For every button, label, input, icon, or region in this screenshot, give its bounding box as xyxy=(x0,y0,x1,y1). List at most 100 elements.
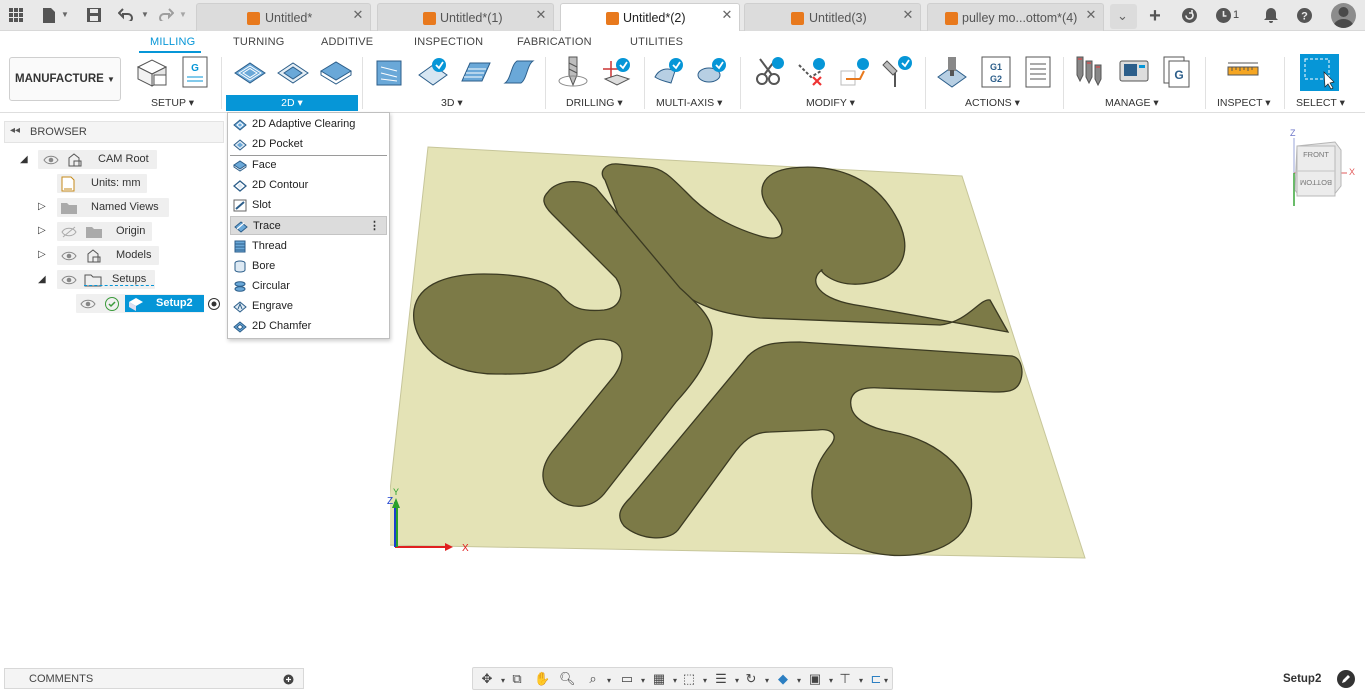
refresh-icon[interactable] xyxy=(1180,7,1198,25)
menu-item-thread[interactable]: Thread xyxy=(230,237,387,256)
undo-icon[interactable] xyxy=(117,7,135,25)
menu-item-bore[interactable]: Bore xyxy=(230,257,387,276)
viewports-icon[interactable]: ⬚ xyxy=(681,672,697,686)
tool-edit-icon[interactable] xyxy=(881,55,915,89)
tree-node-cam-root[interactable]: ◢ CAM Root xyxy=(0,150,230,170)
3d-adaptive-icon[interactable] xyxy=(373,55,407,89)
post-process-icon[interactable]: G1G2 xyxy=(979,55,1013,89)
group-select[interactable]: SELECT ▾ xyxy=(1296,97,1345,109)
document-tab[interactable]: Untitled*(1) ✕ xyxy=(377,3,554,31)
group-modify[interactable]: MODIFY ▾ xyxy=(806,97,855,109)
measure-icon[interactable] xyxy=(1226,55,1260,89)
clock-icon[interactable] xyxy=(1214,7,1232,25)
help-icon[interactable]: ? xyxy=(1295,7,1313,25)
tab-fabrication[interactable]: FABRICATION xyxy=(517,36,592,48)
eye-icon[interactable] xyxy=(61,250,77,262)
document-tab-active[interactable]: Untitled*(2) ✕ xyxy=(560,3,740,32)
collapsed-triangle-icon[interactable]: ▷ xyxy=(38,225,50,237)
group-setup[interactable]: SETUP ▾ xyxy=(151,97,194,109)
eye-icon[interactable] xyxy=(43,154,59,166)
toolpath-display-icon[interactable]: ▣ xyxy=(807,672,823,686)
menu-item-2d-chamfer[interactable]: 2D Chamfer xyxy=(230,317,387,336)
group-manage[interactable]: MANAGE ▾ xyxy=(1105,97,1159,109)
rotate-icon[interactable]: ↻ xyxy=(743,672,759,686)
tab-overflow-button[interactable]: ⌄ xyxy=(1110,4,1137,29)
user-avatar[interactable] xyxy=(1331,3,1356,28)
menu-item-2d-adaptive-clearing[interactable]: 2D Adaptive Clearing xyxy=(230,115,387,134)
plus-icon[interactable]: + xyxy=(1146,6,1164,26)
menu-item-slot[interactable]: Slot xyxy=(230,196,387,215)
menu-item-2d-pocket[interactable]: 2D Pocket xyxy=(230,135,387,154)
canvas-viewport[interactable] xyxy=(390,115,1365,665)
rotary-icon[interactable] xyxy=(695,55,729,89)
pan-hand-icon[interactable]: ✋ xyxy=(534,672,550,686)
expanded-triangle-icon[interactable]: ◢ xyxy=(38,274,50,286)
caret-down-icon[interactable]: ▾ xyxy=(635,674,651,688)
grid-icon[interactable] xyxy=(7,7,25,25)
face-icon[interactable] xyxy=(319,55,353,89)
select-button[interactable] xyxy=(1300,54,1339,91)
delete-toolpath-icon[interactable] xyxy=(795,55,829,89)
3d-pocket-icon[interactable] xyxy=(416,55,450,89)
tree-node-origin[interactable]: ▷ Origin xyxy=(0,222,230,242)
menu-item-face[interactable]: Face xyxy=(230,156,387,175)
look-at-icon[interactable]: ⧉ xyxy=(509,672,525,686)
group-multi-axis[interactable]: MULTI-AXIS ▾ xyxy=(656,97,722,109)
eye-hidden-icon[interactable] xyxy=(61,226,77,238)
drill-icon[interactable] xyxy=(556,55,590,89)
2d-adaptive-icon[interactable] xyxy=(233,55,267,89)
viewcube[interactable]: FRONT BOTTOM Z X xyxy=(1287,128,1359,208)
activate-radio-icon[interactable] xyxy=(207,297,221,311)
tree-node-units[interactable]: Units: mm xyxy=(0,174,230,194)
menu-item-trace[interactable]: Trace ⋮ xyxy=(230,216,387,235)
tool-library-icon[interactable] xyxy=(1074,55,1108,89)
caret-down-icon[interactable]: ▾ xyxy=(697,674,713,688)
menu-item-circular[interactable]: Circular xyxy=(230,277,387,296)
tool-display-icon[interactable]: ⊤ xyxy=(837,672,853,686)
document-tab[interactable]: Untitled* ✕ xyxy=(196,3,371,31)
swarf-icon[interactable] xyxy=(652,55,686,89)
more-options-icon[interactable]: ⋮ xyxy=(369,217,380,236)
machine-library-icon[interactable] xyxy=(1117,55,1151,89)
status-action-button[interactable] xyxy=(1337,670,1355,688)
parallel-icon[interactable] xyxy=(459,55,493,89)
group-3d[interactable]: 3D ▾ xyxy=(441,97,463,109)
viewcube-bottom-label[interactable]: BOTTOM xyxy=(1300,178,1332,187)
close-icon[interactable]: ✕ xyxy=(534,8,548,22)
nc-program-icon[interactable]: G xyxy=(178,55,212,89)
menu-item-engrave[interactable]: Engrave xyxy=(230,297,387,316)
trim-icon[interactable] xyxy=(752,55,786,89)
caret-down-icon[interactable]: ▾ xyxy=(791,674,807,688)
orbit-icon[interactable]: ✥ xyxy=(479,672,495,686)
document-tab[interactable]: Untitled(3) ✕ xyxy=(744,3,921,31)
caret-down-icon[interactable]: ▾ xyxy=(853,674,869,688)
viewcube-front-label[interactable]: FRONT xyxy=(1303,150,1329,159)
zoom-icon[interactable]: 🔍︎ xyxy=(559,672,576,686)
redo-caret-icon[interactable]: ▼ xyxy=(179,10,187,19)
bell-icon[interactable] xyxy=(1262,7,1280,25)
group-actions[interactable]: ACTIONS ▾ xyxy=(965,97,1020,109)
workspace-switcher[interactable]: MANUFACTURE ▼ xyxy=(9,57,121,101)
group-inspect[interactable]: INSPECT ▾ xyxy=(1217,97,1271,109)
tab-utilities[interactable]: UTILITIES xyxy=(630,36,683,48)
tab-inspection[interactable]: INSPECTION xyxy=(414,36,483,48)
comments-panel[interactable]: COMMENTS xyxy=(4,668,304,689)
simulate-icon[interactable] xyxy=(936,55,970,89)
expanded-triangle-icon[interactable]: ◢ xyxy=(20,154,32,166)
eye-icon[interactable] xyxy=(61,274,77,286)
caret-down-icon[interactable]: ▾ xyxy=(878,674,894,688)
group-2d-active[interactable]: 2D ▾ xyxy=(226,95,358,111)
tree-node-models[interactable]: ▷ Models xyxy=(0,246,230,266)
grid-settings-icon[interactable]: ▦ xyxy=(651,672,667,686)
close-icon[interactable]: ✕ xyxy=(901,8,915,22)
eye-icon[interactable] xyxy=(80,298,96,310)
edit-toolpath-icon[interactable] xyxy=(838,55,872,89)
menu-item-2d-contour[interactable]: 2D Contour xyxy=(230,176,387,195)
file-caret-icon[interactable]: ▼ xyxy=(61,10,69,19)
tree-node-setups[interactable]: ◢ Setups xyxy=(0,270,230,290)
tab-turning[interactable]: TURNING xyxy=(233,36,285,48)
caret-down-icon[interactable]: ▾ xyxy=(601,674,617,688)
2d-pocket-icon[interactable] xyxy=(276,55,310,89)
group-drilling[interactable]: DRILLING ▾ xyxy=(566,97,623,109)
close-icon[interactable]: ✕ xyxy=(351,8,365,22)
